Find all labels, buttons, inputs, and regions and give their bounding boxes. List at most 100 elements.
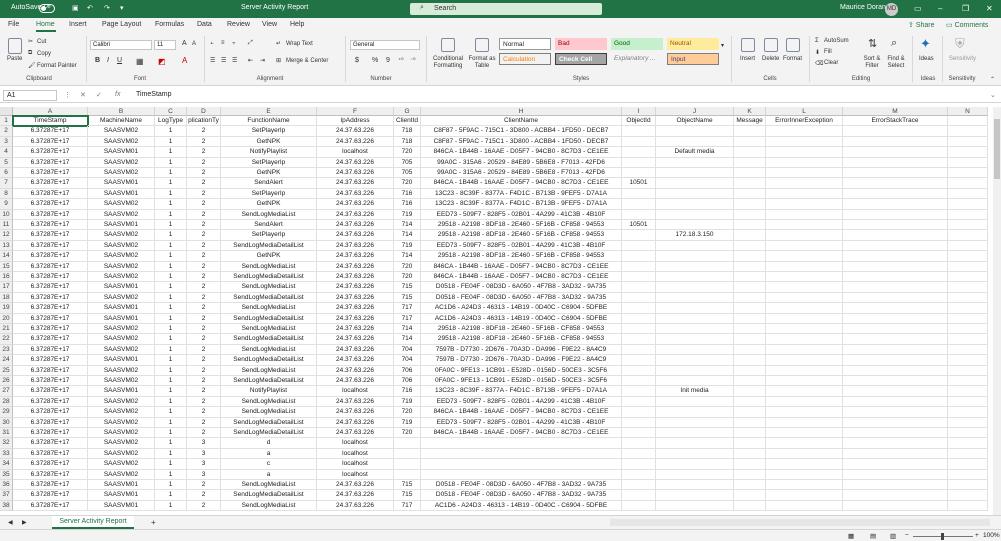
table-cell[interactable]	[843, 376, 948, 387]
row-header[interactable]: 24	[0, 355, 13, 366]
table-cell[interactable]: 1	[155, 220, 187, 231]
row-header[interactable]: 33	[0, 448, 13, 460]
table-cell[interactable]: 6.37287E+17	[13, 240, 88, 252]
table-cell[interactable]	[622, 199, 656, 210]
table-cell[interactable]: 24.37.63.226	[317, 324, 394, 335]
style-calculation[interactable]: Calculation	[499, 53, 551, 65]
table-cell[interactable]	[734, 313, 766, 324]
row-header[interactable]: 10	[0, 209, 13, 220]
table-cell[interactable]	[622, 480, 656, 491]
table-cell[interactable]: 1	[155, 157, 187, 168]
table-cell[interactable]: 1	[155, 407, 187, 418]
table-cell[interactable]: localhost	[317, 438, 394, 449]
table-cell[interactable]	[622, 365, 656, 376]
table-cell[interactable]	[394, 448, 421, 460]
table-cell[interactable]: SetPlayerIp	[221, 157, 317, 168]
table-cell[interactable]: 1	[155, 272, 187, 283]
table-cell[interactable]: 24.37.63.226	[317, 344, 394, 356]
table-cell[interactable]	[734, 251, 766, 262]
table-cell[interactable]: SendLogMediaDetailList	[221, 272, 317, 283]
next-sheet-icon[interactable]: ▶	[22, 519, 27, 526]
table-cell[interactable]	[766, 272, 843, 283]
table-cell[interactable]: SAASVM02	[88, 199, 155, 210]
prev-sheet-icon[interactable]: ◀	[8, 519, 13, 526]
table-cell[interactable]	[656, 272, 734, 283]
table-cell[interactable]: 6.37287E+17	[13, 251, 88, 262]
table-cell[interactable]	[622, 344, 656, 356]
table-cell[interactable]: SendAlert	[221, 178, 317, 189]
table-cell[interactable]: 2	[187, 220, 221, 231]
table-cell[interactable]: GetNPK	[221, 168, 317, 179]
align-middle-icon[interactable]: ≡	[221, 40, 225, 46]
format-cells-button[interactable]: Format	[783, 56, 802, 62]
table-cell[interactable]	[948, 376, 988, 387]
insert-cells-icon[interactable]	[741, 38, 755, 52]
table-cell[interactable]: 24.37.63.226	[317, 334, 394, 345]
table-cell[interactable]: Default media	[656, 147, 734, 158]
table-cell[interactable]: SendLogMediaDetailList	[221, 313, 317, 324]
table-cell[interactable]	[948, 147, 988, 158]
table-cell[interactable]: 24.37.63.226	[317, 365, 394, 376]
table-cell[interactable]: 715	[394, 292, 421, 304]
zoom-level[interactable]: 100%	[983, 532, 1000, 539]
table-cell[interactable]: SendLogMediaDetailList	[221, 490, 317, 501]
shrink-font-icon[interactable]: A	[192, 41, 196, 47]
table-cell[interactable]	[734, 334, 766, 345]
style-good[interactable]: Good	[611, 38, 663, 50]
conditional-formatting-button[interactable]: Conditional Formatting	[430, 56, 466, 70]
table-cell[interactable]	[766, 126, 843, 137]
table-cell[interactable]: 704	[394, 344, 421, 356]
paste-button[interactable]: Paste	[7, 56, 22, 62]
table-cell[interactable]	[766, 459, 843, 470]
table-cell[interactable]: EED73 - 509F7 - 828F5 - 02B01 - 4A299 - …	[421, 417, 622, 428]
table-cell[interactable]	[656, 251, 734, 262]
table-cell[interactable]	[948, 355, 988, 366]
table-cell[interactable]	[734, 480, 766, 491]
table-cell[interactable]	[622, 355, 656, 366]
table-cell[interactable]: SAASVM02	[88, 365, 155, 376]
sort-filter-button[interactable]: Sort & Filter	[860, 56, 884, 70]
table-cell[interactable]	[766, 428, 843, 439]
table-cell[interactable]: 24.37.63.226	[317, 230, 394, 241]
column-header-j[interactable]: J	[656, 107, 734, 116]
table-cell[interactable]	[766, 407, 843, 418]
table-cell[interactable]	[948, 272, 988, 283]
vertical-scrollbar[interactable]	[993, 107, 1001, 515]
clear-icon[interactable]: ⌫	[815, 60, 823, 67]
table-cell[interactable]	[622, 303, 656, 314]
align-left-icon[interactable]: ☰	[210, 57, 215, 64]
wrap-text-button[interactable]: Wrap Text	[286, 41, 313, 47]
table-cell[interactable]: 24.37.63.226	[317, 303, 394, 314]
select-all-corner[interactable]	[0, 107, 13, 116]
table-cell[interactable]	[421, 469, 622, 480]
table-cell[interactable]: 24.37.63.226	[317, 261, 394, 272]
table-cell[interactable]: 24.37.63.226	[317, 292, 394, 304]
table-cell[interactable]	[843, 188, 948, 200]
normal-view-icon[interactable]: ▦	[848, 532, 854, 540]
style-explanatory[interactable]: Explanatory ...	[611, 53, 663, 65]
row-header[interactable]: 1	[0, 116, 13, 127]
table-cell[interactable]	[948, 303, 988, 314]
table-cell[interactable]: 2	[187, 157, 221, 168]
table-cell[interactable]: SAASVM01	[88, 313, 155, 324]
table-cell[interactable]: SAASVM02	[88, 240, 155, 252]
table-cell[interactable]	[734, 178, 766, 189]
table-cell[interactable]	[622, 272, 656, 283]
column-header-i[interactable]: I	[622, 107, 656, 116]
table-cell[interactable]	[622, 126, 656, 137]
table-cell[interactable]: 2	[187, 303, 221, 314]
table-cell[interactable]: SendAlert	[221, 220, 317, 231]
table-cell[interactable]: 2	[187, 261, 221, 272]
table-cell[interactable]	[622, 230, 656, 241]
sensitivity-button[interactable]: Sensitivity	[949, 56, 976, 62]
table-cell[interactable]: 719	[394, 240, 421, 252]
table-cell[interactable]: SAASVM01	[88, 355, 155, 366]
table-cell[interactable]: 7597B - D7730 - 2D676 - 70A3D - DA996 - …	[421, 355, 622, 366]
table-cell[interactable]: localhost	[317, 386, 394, 397]
table-cell[interactable]	[843, 272, 948, 283]
table-cell[interactable]: 24.37.63.226	[317, 407, 394, 418]
table-cell[interactable]: SAASVM02	[88, 324, 155, 335]
table-cell[interactable]	[843, 365, 948, 376]
table-cell[interactable]: 0FA0C - 9FE13 - 1CB91 - E528D - 0156D - …	[421, 376, 622, 387]
table-cell[interactable]: 2	[187, 230, 221, 241]
